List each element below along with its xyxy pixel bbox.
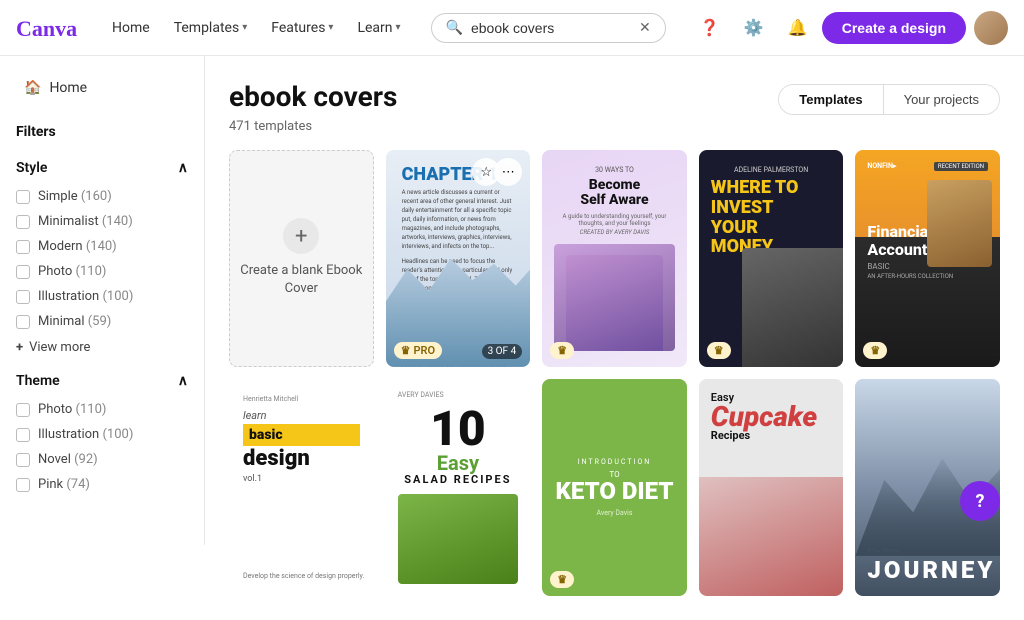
sidebar: 🏠 Home Filters Style ∧ Simple (160) Mini… (0, 56, 205, 545)
nav-templates[interactable]: Templates ▾ (164, 14, 258, 42)
template-card[interactable]: AVERY DAVIES 10 Easy SALAD RECIPES (386, 379, 531, 596)
search-bar: 🔍 ✕ (431, 13, 666, 43)
theme-novel-checkbox[interactable] (16, 453, 30, 467)
template-card[interactable]: 30 WAYS TO BecomeSelf Aware A guide to u… (542, 150, 687, 367)
style-illustration[interactable]: Illustration (100) (0, 284, 204, 309)
nav-learn[interactable]: Learn ▾ (347, 14, 410, 42)
template-card[interactable]: Henrietta Mitchell learn basic design vo… (229, 379, 374, 596)
settings-icon-btn[interactable]: ⚙️ (738, 12, 770, 44)
blank-card[interactable]: + Create a blank Ebook Cover (229, 150, 374, 367)
template-card[interactable]: ADELINE PALMERSTON WHERE TOINVESTYOURMON… (699, 150, 844, 367)
search-input[interactable] (471, 20, 631, 36)
theme-photo-checkbox[interactable] (16, 403, 30, 417)
style-photo-checkbox[interactable] (16, 265, 30, 279)
style-illustration-checkbox[interactable] (16, 290, 30, 304)
chevron-up-icon: ∧ (178, 160, 188, 176)
theme-filter-section: Theme ∧ Photo (110) Illustration (100) N… (0, 365, 204, 497)
templates-toggle-btn[interactable]: Templates (779, 85, 882, 114)
theme-illustration[interactable]: Illustration (100) (0, 422, 204, 447)
templates-grid: + Create a blank Ebook Cover CHAPTER 1 A… (229, 150, 1000, 596)
theme-pink[interactable]: Pink (74) (0, 472, 204, 497)
style-view-more[interactable]: + View more (0, 334, 204, 361)
header: Canva Home Templates ▾ Features ▾ Learn … (0, 0, 1024, 56)
filters-title: Filters (0, 116, 204, 152)
canva-logo[interactable]: Canva (16, 14, 86, 42)
main-layout: 🏠 Home Filters Style ∧ Simple (160) Mini… (0, 56, 1024, 620)
style-simple[interactable]: Simple (160) (0, 184, 204, 209)
theme-section-toggle[interactable]: Theme ∧ (0, 365, 204, 397)
chevron-down-icon: ▾ (242, 22, 247, 33)
template-card[interactable]: CHAPTER 1 A news article discusses a cur… (386, 150, 531, 367)
chevron-down-icon: ▾ (328, 22, 333, 33)
style-filter-section: Style ∧ Simple (160) Minimalist (140) Mo… (0, 152, 204, 361)
svg-text:Canva: Canva (16, 16, 77, 41)
style-section-toggle[interactable]: Style ∧ (0, 152, 204, 184)
blank-card-label: Create a blank Ebook Cover (230, 262, 373, 298)
style-minimal-checkbox[interactable] (16, 315, 30, 329)
view-toggle: Templates Your projects (778, 84, 1000, 115)
template-card[interactable]: NONFIN▸ RECENT EDITION FinancialAccounti… (855, 150, 1000, 367)
nav-home[interactable]: Home (102, 14, 160, 42)
main-content: Templates Your projects ebook covers 471… (205, 56, 1024, 620)
style-photo[interactable]: Photo (110) (0, 259, 204, 284)
header-row: Templates Your projects ebook covers 471… (229, 80, 1000, 150)
home-icon: 🏠 (24, 80, 41, 96)
theme-pink-checkbox[interactable] (16, 478, 30, 492)
help-bubble[interactable]: ? (960, 481, 1000, 521)
template-count: 471 templates (229, 119, 1000, 134)
notifications-icon-btn[interactable]: 🔔 (782, 12, 814, 44)
style-modern[interactable]: Modern (140) (0, 234, 204, 259)
style-minimalist-checkbox[interactable] (16, 215, 30, 229)
clear-search-button[interactable]: ✕ (639, 20, 651, 36)
header-icons: ❓ ⚙️ 🔔 (694, 12, 814, 44)
style-minimalist[interactable]: Minimalist (140) (0, 209, 204, 234)
style-simple-checkbox[interactable] (16, 190, 30, 204)
plus-icon: + (16, 340, 23, 355)
chevron-down-icon: ▾ (396, 22, 401, 33)
help-icon-btn[interactable]: ❓ (694, 12, 726, 44)
theme-novel[interactable]: Novel (92) (0, 447, 204, 472)
plus-icon: + (283, 218, 319, 254)
theme-photo[interactable]: Photo (110) (0, 397, 204, 422)
style-modern-checkbox[interactable] (16, 240, 30, 254)
your-projects-toggle-btn[interactable]: Your projects (884, 85, 999, 114)
nav-features[interactable]: Features ▾ (261, 14, 343, 42)
theme-illustration-checkbox[interactable] (16, 428, 30, 442)
chevron-up-icon: ∧ (178, 373, 188, 389)
avatar[interactable] (974, 11, 1008, 45)
main-nav: Home Templates ▾ Features ▾ Learn ▾ (102, 14, 411, 42)
style-minimal[interactable]: Minimal (59) (0, 309, 204, 334)
template-card[interactable]: INTRODUCTION TO KETO DIET Avery Davis ♛ (542, 379, 687, 596)
create-design-button[interactable]: Create a design (822, 12, 966, 44)
sidebar-item-home[interactable]: 🏠 Home (8, 72, 196, 104)
search-icon: 🔍 (446, 20, 463, 36)
template-card[interactable]: Easy Cupcake Recipes (699, 379, 844, 596)
